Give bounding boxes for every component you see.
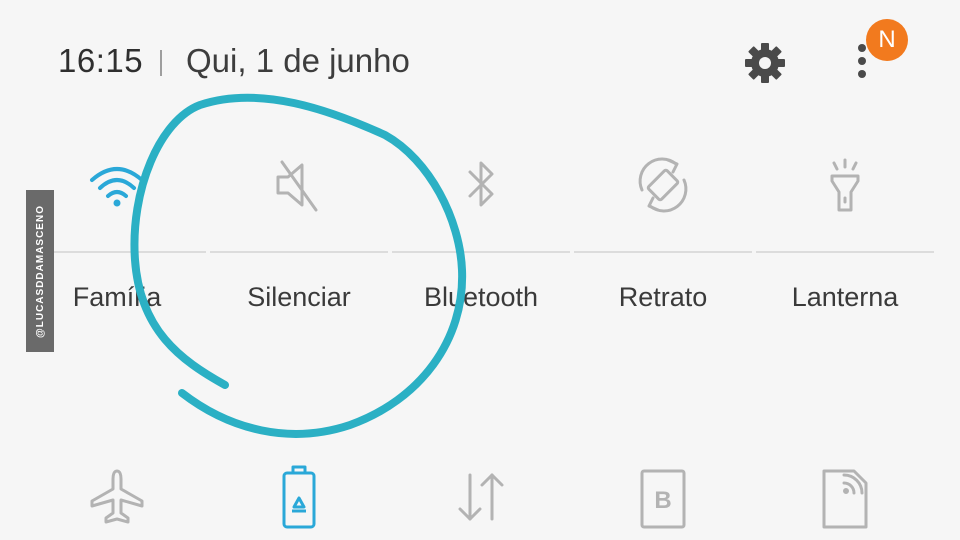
rotate-icon bbox=[638, 157, 688, 213]
divider bbox=[160, 50, 162, 76]
tile-blue-light-filter[interactable]: B bbox=[572, 455, 754, 540]
tile-nfc[interactable] bbox=[754, 455, 936, 540]
tile-bluetooth[interactable]: Bluetooth bbox=[390, 130, 572, 330]
tile-divider bbox=[574, 251, 752, 253]
gear-icon[interactable] bbox=[740, 38, 790, 88]
tile-label-bluetooth: Bluetooth bbox=[423, 282, 539, 312]
tile-flashlight[interactable]: Lanterna bbox=[754, 130, 936, 330]
bluetooth-icon bbox=[468, 161, 494, 207]
mute-icon bbox=[276, 160, 318, 212]
tile-label-flashlight: Lanterna bbox=[791, 282, 899, 312]
tile-divider bbox=[756, 251, 934, 253]
mobile-data-icon bbox=[458, 473, 504, 521]
tile-mobile-data[interactable] bbox=[390, 455, 572, 540]
blue-light-filter-icon: B bbox=[640, 469, 686, 529]
date: Qui, 1 de junho bbox=[186, 42, 410, 79]
tile-divider bbox=[210, 251, 388, 253]
tile-battery-saver[interactable] bbox=[208, 455, 390, 540]
nfc-icon bbox=[822, 469, 868, 529]
tile-mute[interactable]: Silenciar bbox=[208, 130, 390, 330]
watermark: @LUCASDDAMASCENO bbox=[26, 190, 54, 352]
status-row: 16:15 Qui, 1 de junho N bbox=[0, 0, 960, 120]
tile-divider bbox=[392, 251, 570, 253]
tile-divider bbox=[28, 251, 206, 253]
quick-settings-row-2: B bbox=[26, 455, 938, 540]
battery-saver-icon bbox=[282, 465, 316, 529]
airplane-icon bbox=[90, 469, 144, 524]
notification-badge: N bbox=[866, 19, 908, 61]
wifi-icon bbox=[90, 167, 144, 207]
tile-label-rotate: Retrato bbox=[618, 282, 708, 312]
tile-rotate[interactable]: Retrato bbox=[572, 130, 754, 330]
tile-label-mute: Silenciar bbox=[247, 282, 351, 312]
quick-settings-tiles: Família Silenciar Bluetooth Retrato Lant… bbox=[26, 130, 938, 330]
watermark-text: @LUCASDDAMASCENO bbox=[34, 204, 46, 338]
flashlight-icon bbox=[830, 158, 860, 212]
tile-airplane[interactable] bbox=[26, 455, 208, 540]
clock: 16:15 bbox=[58, 42, 144, 79]
blue-light-filter-letter: B bbox=[654, 487, 671, 514]
